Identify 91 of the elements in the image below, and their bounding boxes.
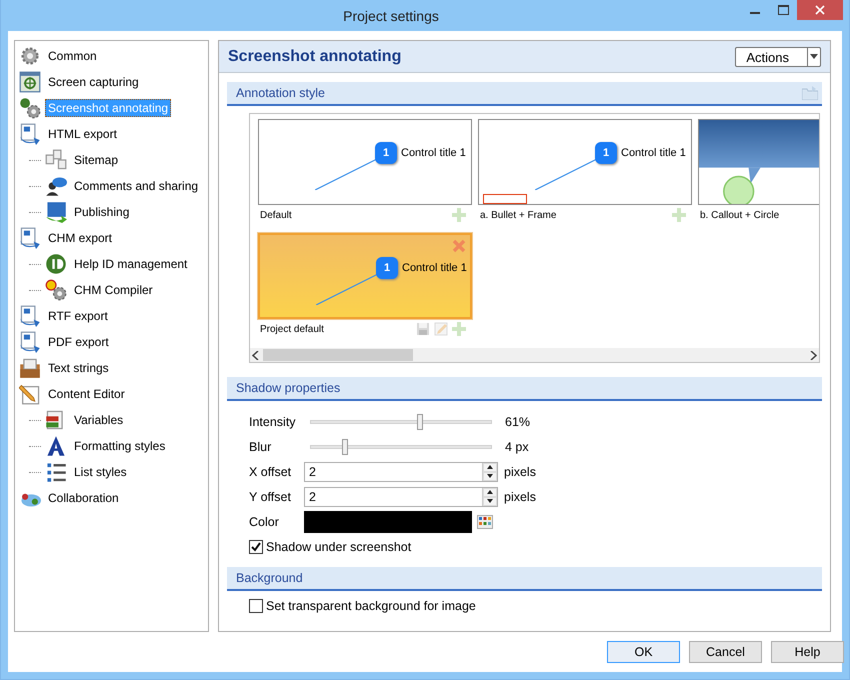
pencil-page-icon: [19, 383, 41, 405]
document-export-icon: [19, 123, 41, 145]
document-export-icon: [19, 227, 41, 249]
tray-icon: [19, 357, 41, 379]
section-title: Shadow properties: [236, 381, 340, 395]
tree-item[interactable]: Collaboration: [45, 489, 122, 507]
gear-icon: [45, 279, 67, 301]
checkbox[interactable]: [249, 598, 263, 612]
field-label: Color: [249, 514, 280, 528]
tree-item[interactable]: CHM Compiler: [71, 281, 156, 299]
up-arrow-icon: [487, 465, 493, 469]
letter-a-icon: [45, 435, 67, 457]
up-arrow-icon: [487, 490, 493, 494]
spin-box[interactable]: 2: [304, 462, 498, 482]
id-circle-icon: [45, 253, 67, 275]
control-title: Control title 1: [401, 147, 466, 159]
dialog-button[interactable]: OK: [607, 641, 680, 663]
slider[interactable]: [310, 438, 492, 454]
gear-icon: [19, 45, 41, 67]
control-title: Control title 1: [402, 262, 467, 274]
tree-item[interactable]: PDF export: [45, 333, 112, 351]
tree-item[interactable]: Variables: [71, 411, 126, 429]
scroll-left-icon[interactable]: [252, 350, 259, 360]
monitor-arrow-icon: [45, 201, 67, 223]
tree-item[interactable]: Help ID management: [71, 255, 190, 273]
horizontal-scrollbar[interactable]: [250, 348, 819, 362]
list-icon: [45, 461, 67, 483]
section-title: Background: [236, 571, 303, 585]
slider-thumb[interactable]: [417, 414, 424, 430]
tree-item[interactable]: Text strings: [45, 359, 112, 377]
style-preview[interactable]: 1 Control title 1: [478, 119, 692, 205]
person-bubble-icon: [45, 175, 67, 197]
pages-icon: [45, 149, 67, 171]
checkbox-label: Shadow under screenshot: [266, 540, 412, 554]
window-title: Project settings: [342, 8, 440, 24]
tree-item[interactable]: Formatting styles: [71, 437, 168, 455]
checkbox[interactable]: [249, 540, 263, 554]
actions-button[interactable]: Actions: [735, 46, 821, 66]
number-badge: 1: [375, 142, 397, 164]
field-label: Blur: [249, 440, 272, 454]
document-export-icon: [19, 331, 41, 353]
tree-item[interactable]: Screen capturing: [45, 73, 142, 91]
unit-label: pixels: [504, 490, 536, 504]
number-badge: 1: [595, 142, 617, 164]
tree-item[interactable]: HTML export: [45, 125, 120, 143]
window-icon: [19, 71, 41, 93]
tree-item[interactable]: RTF export: [45, 307, 111, 325]
tree-item[interactable]: Comments and sharing: [71, 177, 202, 195]
tree-item[interactable]: Content Editor: [45, 385, 128, 403]
dialog-button[interactable]: Help: [771, 641, 844, 663]
tree-item[interactable]: CHM export: [45, 229, 116, 247]
tree-item[interactable]: List styles: [71, 463, 130, 481]
close-button[interactable]: [797, 0, 843, 20]
tree-item[interactable]: Sitemap: [71, 151, 122, 169]
slider-value: 4 px: [505, 440, 529, 454]
maximize-icon: [778, 5, 788, 15]
number-badge: 1: [376, 257, 398, 279]
field-label: Y offset: [249, 490, 292, 504]
color-swatch[interactable]: [304, 510, 472, 532]
style-name: Project default: [260, 324, 324, 334]
caret-icon: [810, 54, 818, 59]
tree-item[interactable]: Publishing: [71, 203, 132, 221]
dialog-button[interactable]: Cancel: [689, 641, 762, 663]
spin-up-button[interactable]: [483, 462, 497, 472]
down-arrow-icon: [487, 499, 493, 503]
close-icon: [815, 5, 825, 15]
scroll-right-icon[interactable]: [810, 350, 817, 360]
down-arrow-icon: [487, 474, 493, 478]
style-name: Default: [260, 210, 292, 220]
style-name: b. Callout + Circle: [700, 210, 780, 220]
control-title: Control title 1: [621, 147, 686, 159]
badge-gear-icon: [19, 97, 41, 119]
page-title: Screenshot annotating: [228, 48, 402, 66]
document-export-icon: [19, 305, 41, 327]
field-label: Intensity: [249, 414, 297, 428]
minimize-icon: [750, 12, 760, 14]
style-name: a. Bullet + Frame: [480, 210, 556, 220]
field-label: X offset: [249, 464, 292, 478]
unit-label: pixels: [504, 464, 536, 478]
slider-value: 61%: [505, 414, 530, 428]
spin-up-button[interactable]: [483, 488, 497, 496]
checkbox-label: Set transparent background for image: [266, 598, 476, 612]
slider[interactable]: [310, 414, 492, 430]
palette-icon[interactable]: [477, 514, 493, 528]
spin-box[interactable]: 2: [304, 486, 498, 506]
highlight-frame: [483, 194, 527, 204]
slider-thumb[interactable]: [342, 438, 348, 454]
section-title: Annotation style: [236, 86, 325, 100]
style-preview[interactable]: 1 Control title 1: [258, 233, 472, 319]
tree-item[interactable]: Common: [45, 47, 100, 65]
style-preview[interactable]: 1 Control title 1: [258, 119, 472, 205]
